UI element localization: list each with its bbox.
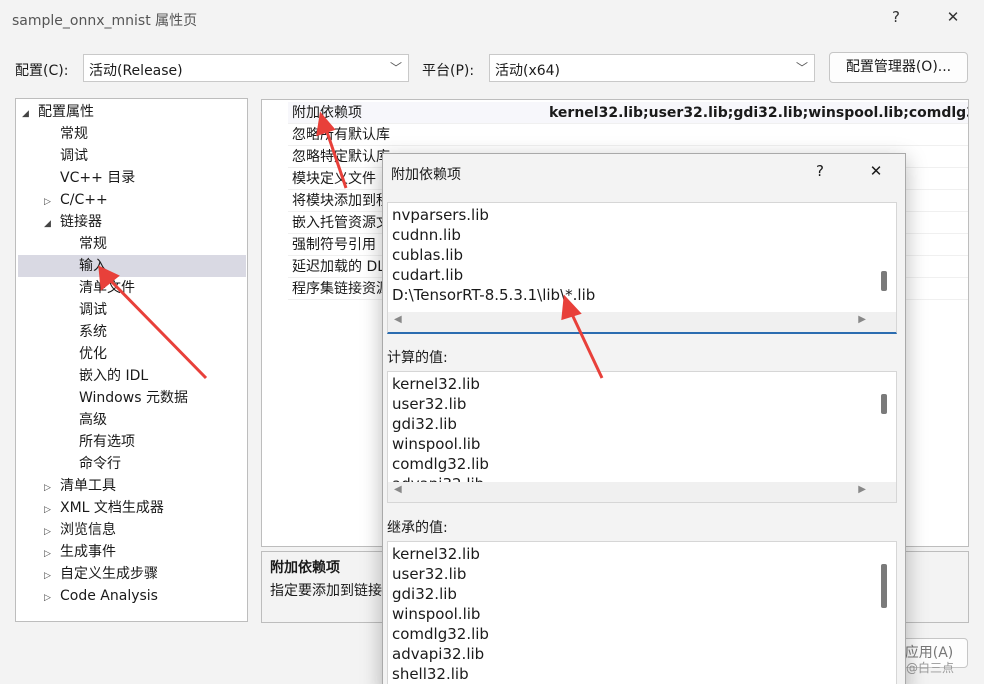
help-icon[interactable]: ?	[805, 162, 835, 184]
list-item: gdi32.lib	[392, 585, 457, 603]
dialog-title: 附加依赖项	[391, 167, 461, 183]
tree-item-build-events[interactable]: ▷ 生成事件	[44, 541, 116, 563]
scroll-left-icon[interactable]: ◀	[394, 314, 402, 325]
tree-item-linker-general[interactable]: 常规	[79, 233, 107, 255]
config-select-value: 活动(Release)	[89, 63, 183, 79]
chevron-down-icon: ﹀	[795, 61, 808, 75]
expander-icon[interactable]: ▷	[44, 521, 60, 543]
config-label: 配置(C):	[15, 63, 69, 79]
tree-item-code-analysis[interactable]: ▷ Code Analysis	[44, 585, 158, 607]
list-item: kernel32.lib	[392, 545, 480, 563]
grid-row-ignore-all-default[interactable]: 忽略所有默认库	[288, 124, 968, 146]
expander-icon[interactable]: ▷	[44, 543, 60, 565]
tree-item-vcpp-dirs[interactable]: VC++ 目录	[60, 167, 135, 189]
expander-icon[interactable]: ▷	[44, 191, 60, 213]
vertical-scrollbar[interactable]	[876, 372, 892, 484]
title-bar: sample_onnx_mnist 属性页 ? ✕	[0, 0, 984, 38]
edit-line: cublas.lib	[392, 246, 464, 264]
platform-select[interactable]: 活动(x64) ﹀	[489, 54, 815, 82]
platform-select-value: 活动(x64)	[495, 63, 561, 79]
list-item: winspool.lib	[392, 435, 481, 453]
window-title: sample_onnx_mnist 属性页	[12, 13, 198, 29]
edit-line: D:\TensorRT-8.5.3.1\lib\*.lib	[392, 286, 596, 304]
platform-label: 平台(P):	[422, 63, 475, 79]
tree-item-xml-doc[interactable]: ▷ XML 文档生成器	[44, 497, 164, 519]
expander-icon[interactable]: ◢	[22, 103, 38, 125]
scroll-right-icon[interactable]: ▶	[858, 484, 866, 495]
list-item: shell32.lib	[392, 665, 469, 683]
inherited-values-label: 继承的值:	[387, 520, 448, 536]
tree-item-embedded-idl[interactable]: 嵌入的 IDL	[79, 365, 148, 387]
horizontal-scrollbar[interactable]: ◀ ▶	[388, 312, 896, 332]
list-item: user32.lib	[392, 565, 467, 583]
horizontal-scrollbar[interactable]: ◀ ▶	[388, 482, 896, 502]
chevron-down-icon: ﹀	[389, 61, 402, 75]
tree-item-optimization[interactable]: 优化	[79, 343, 107, 365]
additional-deps-dialog: 附加依赖项 ? ✕ nvparsers.lib cudnn.lib cublas…	[382, 153, 906, 684]
tree-item-custom-build[interactable]: ▷ 自定义生成步骤	[44, 563, 158, 585]
expander-icon[interactable]: ▷	[44, 587, 60, 609]
tree-item-general[interactable]: 常规	[60, 123, 88, 145]
tree-item-config-properties[interactable]: ◢ 配置属性	[22, 101, 94, 123]
expander-icon[interactable]: ◢	[44, 213, 60, 235]
tree-item-linker-input[interactable]: 输入	[18, 255, 246, 277]
computed-values-list: kernel32.lib user32.lib gdi32.lib winspo…	[387, 371, 897, 503]
description-title: 附加依赖项	[270, 560, 340, 576]
list-item: user32.lib	[392, 395, 467, 413]
list-item: comdlg32.lib	[392, 455, 489, 473]
list-item: gdi32.lib	[392, 415, 457, 433]
config-select[interactable]: 活动(Release) ﹀	[83, 54, 409, 82]
tree-item-debugging[interactable]: 调试	[60, 145, 88, 167]
tree-item-linker-debugging[interactable]: 调试	[79, 299, 107, 321]
close-icon[interactable]: ✕	[938, 8, 968, 30]
grid-row-name: 附加依赖项	[292, 105, 362, 121]
grid-row-value[interactable]: kernel32.lib;user32.lib;gdi32.lib;winspo…	[549, 102, 968, 124]
list-item: advapi32.lib	[392, 645, 485, 663]
property-tree: ◢ 配置属性 常规 调试 VC++ 目录 ▷ C/C++ ◢ 链接器 常规 输入 清单…	[15, 98, 248, 622]
help-icon[interactable]: ?	[881, 8, 911, 30]
list-item: kernel32.lib	[392, 375, 480, 393]
vertical-scrollbar[interactable]	[876, 542, 892, 662]
expander-icon[interactable]: ▷	[44, 565, 60, 587]
description-text: 指定要添加到链接	[270, 583, 382, 599]
inherited-values-list: kernel32.lib user32.lib gdi32.lib winspo…	[387, 541, 897, 684]
scroll-thumb[interactable]	[881, 564, 887, 608]
expander-icon[interactable]: ▷	[44, 477, 60, 499]
edit-line: cudart.lib	[392, 266, 464, 284]
tree-item-system[interactable]: 系统	[79, 321, 107, 343]
tree-item-manifest-tool[interactable]: ▷ 清单工具	[44, 475, 116, 497]
tree-item-advanced[interactable]: 高级	[79, 409, 107, 431]
scroll-thumb[interactable]	[881, 394, 887, 414]
computed-values-label: 计算的值:	[387, 350, 448, 366]
tree-item-all-options[interactable]: 所有选项	[79, 431, 135, 453]
expander-icon[interactable]: ▷	[44, 499, 60, 521]
close-icon[interactable]: ✕	[861, 162, 891, 184]
deps-edit-box[interactable]: nvparsers.lib cudnn.lib cublas.lib cudar…	[387, 202, 897, 334]
tree-item-windows-metadata[interactable]: Windows 元数据	[79, 387, 188, 409]
tree-item-browse-info[interactable]: ▷ 浏览信息	[44, 519, 116, 541]
config-manager-button[interactable]: 配置管理器(O)...	[829, 52, 968, 83]
tree-item-command-line[interactable]: 命令行	[79, 453, 121, 475]
vertical-scrollbar[interactable]	[876, 203, 892, 315]
tree-item-linker[interactable]: ◢ 链接器	[44, 211, 102, 233]
tree-item-cpp[interactable]: ▷ C/C++	[44, 189, 108, 211]
scroll-thumb[interactable]	[881, 271, 887, 291]
list-item: winspool.lib	[392, 605, 481, 623]
scroll-left-icon[interactable]: ◀	[394, 484, 402, 495]
tree-item-manifest-file[interactable]: 清单文件	[79, 277, 135, 299]
edit-line: cudnn.lib	[392, 226, 461, 244]
grid-row-additional-deps[interactable]: 附加依赖项 kernel32.lib;user32.lib;gdi32.lib;…	[288, 102, 968, 124]
edit-line: nvparsers.lib	[392, 206, 489, 224]
scroll-right-icon[interactable]: ▶	[858, 314, 866, 325]
list-item: comdlg32.lib	[392, 625, 489, 643]
